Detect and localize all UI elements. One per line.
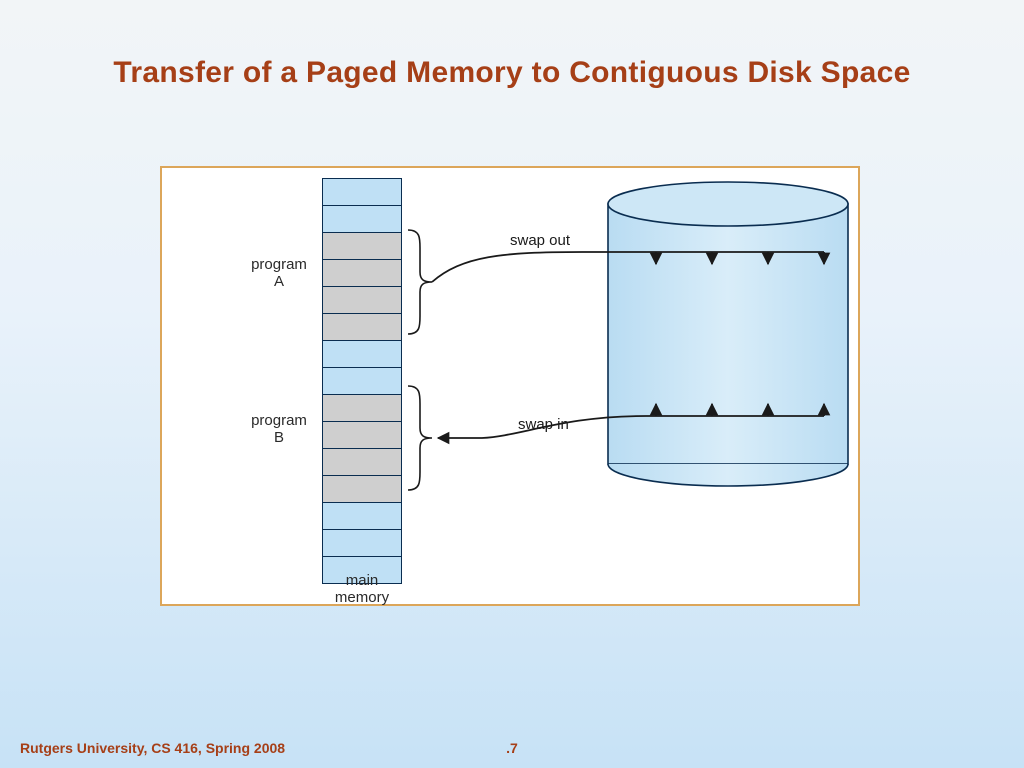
slide-title: Transfer of a Paged Memory to Contiguous… [0,56,1024,90]
overlay-svg [162,168,858,604]
diagram-frame: mainmemory programA programB swap out sw… [160,166,860,606]
brace-program-a [408,230,432,334]
disk-cylinder [608,182,848,486]
brace-program-b [408,386,432,490]
page-number: .7 [0,740,1024,756]
